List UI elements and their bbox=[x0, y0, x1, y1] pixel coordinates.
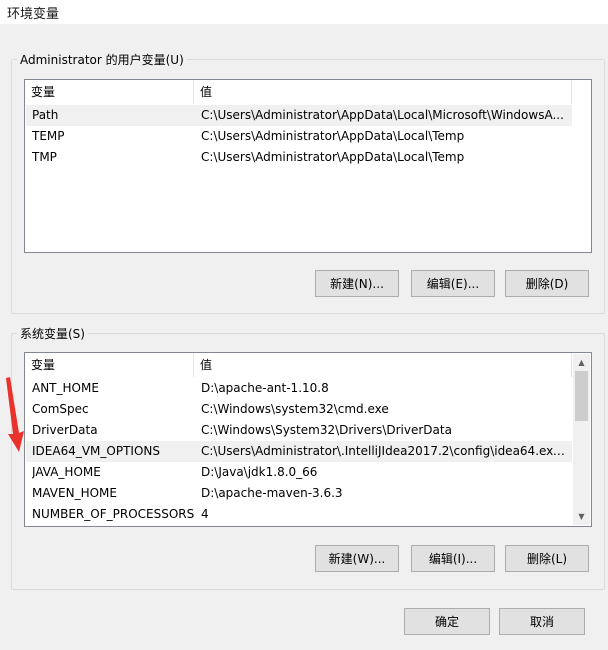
user-vars-header: 变量 值 bbox=[25, 80, 591, 104]
var-name: DriverData bbox=[32, 423, 98, 437]
var-value: C:\Windows\system32\cmd.exe bbox=[201, 402, 389, 416]
var-name: ANT_HOME bbox=[32, 381, 99, 395]
user-new-button[interactable]: 新建(N)... bbox=[315, 270, 399, 297]
system-var-row-number-of-processors[interactable]: NUMBER_OF_PROCESSORS 4 bbox=[26, 504, 572, 525]
var-name: JAVA_HOME bbox=[32, 465, 101, 479]
system-var-row-driverdata[interactable]: DriverData C:\Windows\System32\Drivers\D… bbox=[26, 420, 572, 441]
column-header-name[interactable]: 变量 bbox=[25, 353, 194, 377]
column-header-value[interactable]: 值 bbox=[194, 353, 572, 377]
system-var-row-java-home[interactable]: JAVA_HOME D:\Java\jdk1.8.0_66 bbox=[26, 462, 572, 483]
var-name: ComSpec bbox=[32, 402, 89, 416]
var-value: 4 bbox=[201, 507, 209, 521]
var-value: C:\Users\Administrator\.IntelliJIdea2017… bbox=[201, 444, 566, 458]
system-vars-header: 变量 值 bbox=[25, 353, 591, 377]
var-value: C:\Users\Administrator\AppData\Local\Tem… bbox=[201, 150, 465, 164]
var-value: D:\apache-ant-1.10.8 bbox=[201, 381, 329, 395]
annotation-arrow-icon bbox=[6, 377, 24, 452]
system-var-row-maven-home[interactable]: MAVEN_HOME D:\apache-maven-3.6.3 bbox=[26, 483, 572, 504]
system-vars-scrollbar[interactable]: ▲ ▼ bbox=[573, 354, 590, 525]
scroll-down-icon[interactable]: ▼ bbox=[573, 508, 590, 525]
system-var-row-comspec[interactable]: ComSpec C:\Windows\system32\cmd.exe bbox=[26, 399, 572, 420]
title-bar: 环境变量 bbox=[0, 0, 608, 24]
system-delete-button[interactable]: 删除(L) bbox=[505, 545, 589, 572]
var-value: D:\Java\jdk1.8.0_66 bbox=[201, 465, 318, 479]
user-vars-legend: Administrator 的用户变量(U) bbox=[17, 51, 187, 68]
system-new-button[interactable]: 新建(W)... bbox=[315, 545, 399, 572]
column-header-value[interactable]: 值 bbox=[194, 80, 572, 104]
var-name: TEMP bbox=[32, 129, 65, 143]
var-name: Path bbox=[32, 108, 59, 122]
var-name: NUMBER_OF_PROCESSORS bbox=[32, 507, 195, 521]
var-name: TMP bbox=[32, 150, 57, 164]
user-var-row-temp[interactable]: TEMP C:\Users\Administrator\AppData\Loca… bbox=[26, 126, 572, 147]
user-delete-button[interactable]: 删除(D) bbox=[505, 270, 589, 297]
cancel-button[interactable]: 取消 bbox=[499, 608, 585, 635]
column-header-name[interactable]: 变量 bbox=[25, 80, 194, 104]
var-name: MAVEN_HOME bbox=[32, 486, 117, 500]
window-title: 环境变量 bbox=[7, 7, 60, 22]
scroll-up-icon[interactable]: ▲ bbox=[573, 354, 590, 371]
user-vars-list[interactable]: 变量 值 Path C:\Users\Administrator\AppData… bbox=[24, 79, 592, 253]
user-var-row-tmp[interactable]: TMP C:\Users\Administrator\AppData\Local… bbox=[26, 147, 572, 168]
user-var-row-path[interactable]: Path C:\Users\Administrator\AppData\Loca… bbox=[26, 105, 572, 126]
var-value: D:\apache-maven-3.6.3 bbox=[201, 486, 343, 500]
system-edit-button[interactable]: 编辑(I)... bbox=[411, 545, 495, 572]
system-var-row-ant-home[interactable]: ANT_HOME D:\apache-ant-1.10.8 bbox=[26, 378, 572, 399]
system-var-row-idea64-vm-options[interactable]: IDEA64_VM_OPTIONS C:\Users\Administrator… bbox=[26, 441, 572, 462]
system-vars-list[interactable]: 变量 值 ANT_HOME D:\apache-ant-1.10.8 ComSp… bbox=[24, 352, 592, 527]
user-edit-button[interactable]: 编辑(E)... bbox=[411, 270, 495, 297]
ok-button[interactable]: 确定 bbox=[404, 608, 490, 635]
system-vars-legend: 系统变量(S) bbox=[17, 325, 88, 342]
var-value: C:\Windows\System32\Drivers\DriverData bbox=[201, 423, 452, 437]
scroll-thumb[interactable] bbox=[575, 371, 588, 421]
var-value: C:\Users\Administrator\AppData\Local\Mic… bbox=[201, 108, 564, 122]
var-name: IDEA64_VM_OPTIONS bbox=[32, 444, 160, 458]
var-value: C:\Users\Administrator\AppData\Local\Tem… bbox=[201, 129, 465, 143]
